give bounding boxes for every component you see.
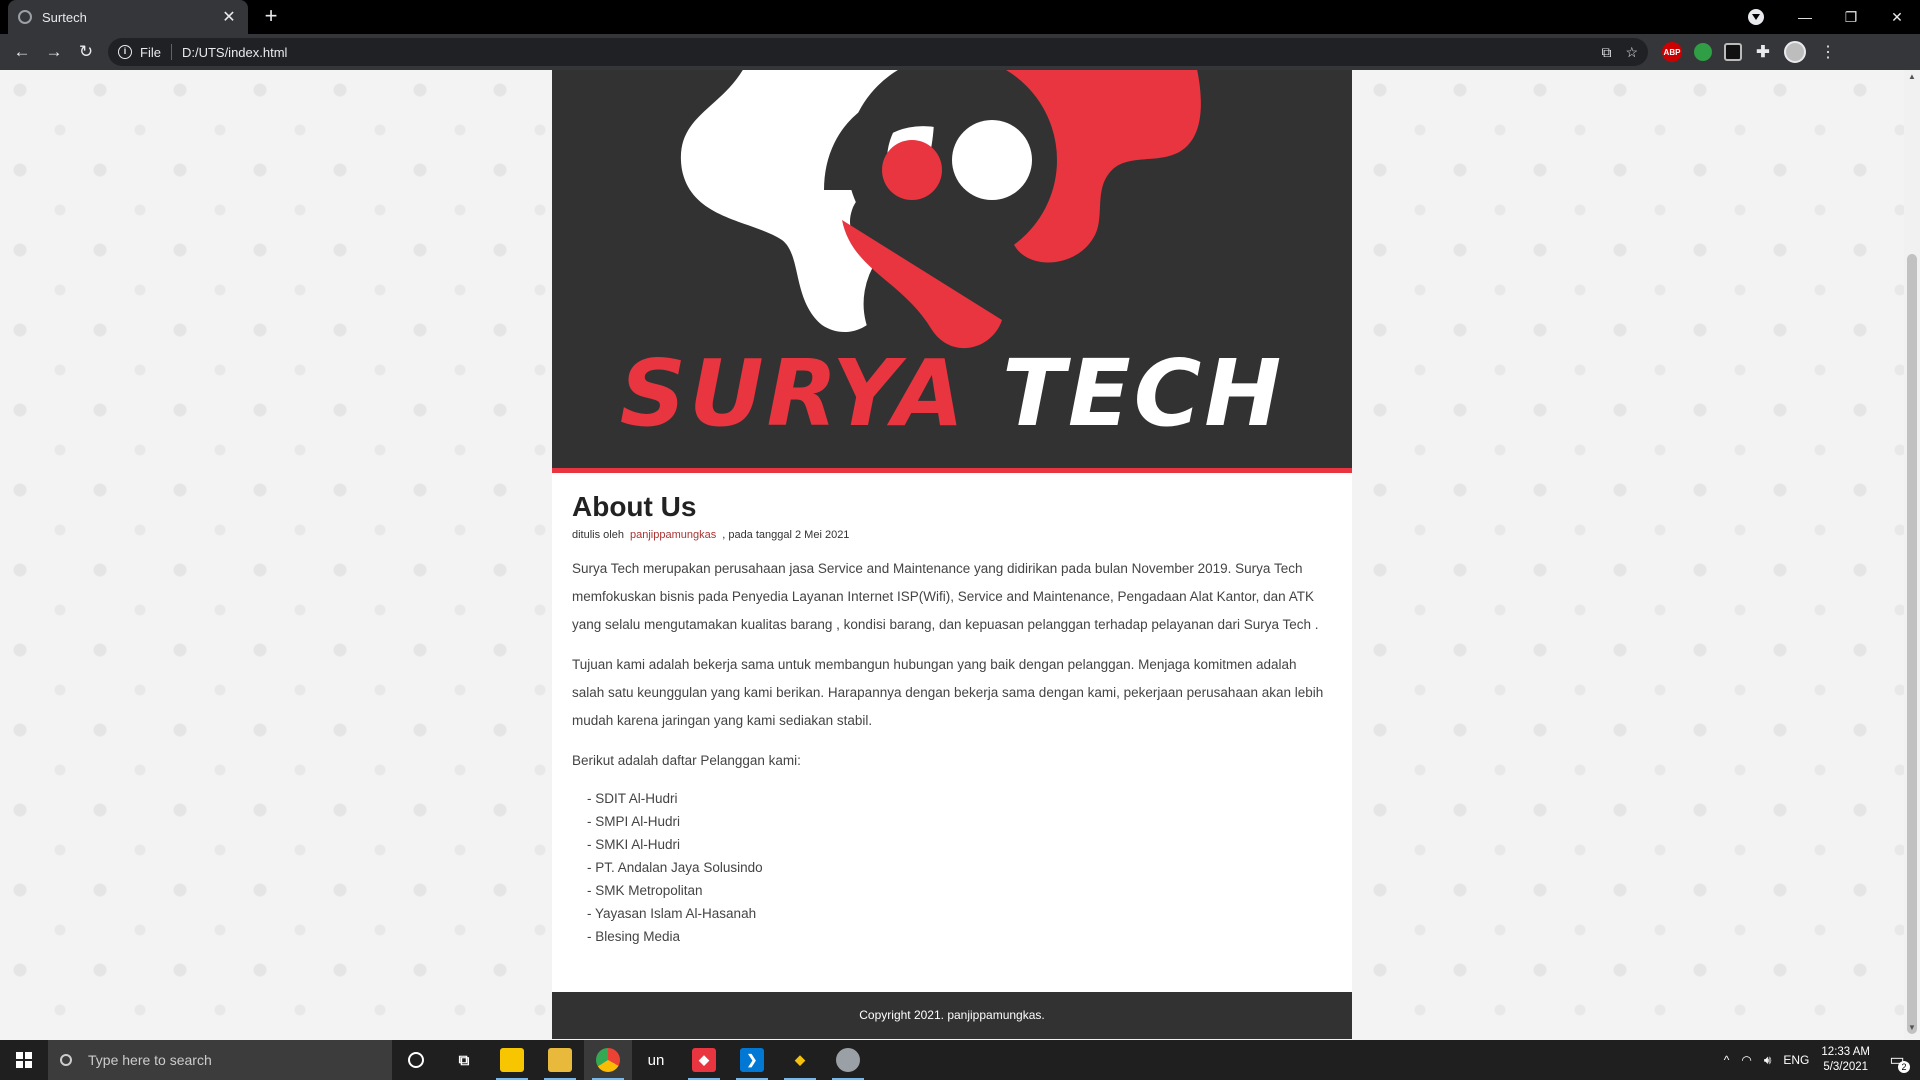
browser-menu-icon[interactable]: ⋮: [1818, 42, 1838, 62]
taskbar-search[interactable]: Type here to search: [48, 1040, 392, 1080]
page-title: About Us: [572, 491, 697, 522]
system-tray: ^ ◠ 🔊︎ ENG 12:33 AM 5/3/2021 ▭ 2: [1724, 1045, 1920, 1075]
task-view-icon: ⧉: [458, 1051, 470, 1069]
forward-arrow-icon[interactable]: →: [38, 36, 70, 68]
search-icon: [60, 1054, 72, 1066]
page-viewport: SURYA TECH About Us ditulis oleh panjippa…: [0, 70, 1904, 1039]
list-item: - SMK Metropolitan: [587, 883, 703, 898]
list-item: - SDIT Al-Hudri: [587, 791, 678, 806]
taskbar-app-sticky-notes[interactable]: [488, 1040, 536, 1080]
new-tab-button[interactable]: +: [258, 4, 284, 30]
tab-search-icon[interactable]: [1748, 9, 1764, 25]
taskbar-app-vscode[interactable]: ❯: [728, 1040, 776, 1080]
list-item: - Yayasan Islam Al-Hasanah: [587, 906, 757, 921]
start-button[interactable]: [0, 1040, 48, 1080]
cortana-button[interactable]: [392, 1040, 440, 1080]
folder-icon: [548, 1048, 572, 1072]
language-indicator[interactable]: ENG: [1783, 1053, 1809, 1067]
divider: [170, 44, 172, 60]
browser-toolbar: ← → ↻ i File D:/UTS/index.html ⧉ ☆ ABP ✚…: [0, 34, 1920, 70]
extensions-bar: ABP ✚ ⋮: [1662, 41, 1838, 63]
clock[interactable]: 12:33 AM 5/3/2021: [1821, 1045, 1870, 1075]
app-icon: [836, 1048, 860, 1072]
windows-logo-icon: [16, 1052, 32, 1068]
git-icon: ◆: [795, 1052, 805, 1067]
extensions-puzzle-icon[interactable]: ✚: [1754, 43, 1772, 61]
extension-green-icon[interactable]: [1694, 43, 1712, 61]
reload-icon[interactable]: ↻: [70, 36, 102, 68]
article: About Us ditulis oleh panjippamungkas , pa…: [552, 473, 1352, 948]
adblock-plus-icon[interactable]: ABP: [1662, 42, 1682, 62]
back-arrow-icon[interactable]: ←: [6, 36, 38, 68]
extension-cube-icon[interactable]: [1724, 43, 1742, 61]
list-item: - PT. Andalan Jaya Solusindo: [587, 860, 763, 875]
tab-close-icon[interactable]: ✕: [220, 7, 238, 27]
sticky-notes-icon: [500, 1048, 524, 1072]
wifi-icon[interactable]: ◠: [1741, 1053, 1751, 1067]
restore-button[interactable]: ❐: [1828, 0, 1874, 34]
list-item: - Blesing Media: [587, 929, 681, 944]
task-view-button[interactable]: ⧉: [440, 1040, 488, 1080]
scroll-up-arrow-icon[interactable]: ▲: [1904, 72, 1920, 86]
taskbar-app-git[interactable]: ◆: [776, 1040, 824, 1080]
search-placeholder: Type here to search: [88, 1052, 212, 1068]
meta-prefix: ditulis oleh: [572, 529, 624, 541]
brand-word-surya: SURYA: [619, 340, 968, 447]
profile-avatar[interactable]: [1784, 41, 1806, 63]
minimize-button[interactable]: —: [1782, 0, 1828, 34]
chrome-icon: [596, 1048, 620, 1072]
chevron-up-icon[interactable]: ^: [1724, 1053, 1730, 1067]
taskbar-app-git-client[interactable]: ◆: [680, 1040, 728, 1080]
close-window-button[interactable]: ✕: [1874, 0, 1920, 34]
cortana-icon: [408, 1052, 424, 1068]
post-meta: ditulis oleh panjippamungkas , pada tangga…: [572, 529, 1332, 541]
notification-count: 2: [1898, 1061, 1910, 1073]
page-container: SURYA TECH About Us ditulis oleh panjippa…: [552, 70, 1352, 1039]
list-item: - SMKI Al-Hudri: [587, 837, 681, 852]
address-bar[interactable]: i File D:/UTS/index.html ⧉ ☆: [108, 38, 1648, 66]
browser-tab[interactable]: Surtech ✕: [8, 0, 248, 34]
scrollbar-thumb[interactable]: [1907, 254, 1917, 1034]
windows-taskbar: Type here to search ⧉ un ◆ ❯ ◆ ^ ◠ 🔊︎ EN…: [0, 1040, 1920, 1080]
taskbar-app-un[interactable]: un: [632, 1040, 680, 1080]
copyright-text: Copyright 2021. panjippamungkas.: [859, 1008, 1045, 1022]
list-item: - SMPI Al-Hudri: [587, 814, 681, 829]
page-scrollbar[interactable]: ▲ ▼: [1904, 70, 1920, 1039]
paragraph-intro: Surya Tech merupakan perusahaan jasa Ser…: [572, 561, 1319, 632]
window-controls: — ❐ ✕: [1748, 0, 1920, 34]
browser-tab-bar: Surtech ✕ + — ❐ ✕: [0, 0, 1920, 34]
taskbar-app-chrome[interactable]: [584, 1040, 632, 1080]
globe-icon: [18, 10, 32, 24]
taskbar-app-file-explorer[interactable]: [536, 1040, 584, 1080]
omnibox-actions: ⧉ ☆: [1601, 44, 1638, 61]
site-header: SURYA TECH: [552, 70, 1352, 473]
vscode-icon: ❯: [740, 1048, 764, 1072]
translate-icon[interactable]: ⧉: [1601, 44, 1611, 61]
site-footer: Copyright 2021. panjippamungkas.: [552, 992, 1352, 1039]
info-icon[interactable]: i: [118, 45, 132, 59]
address-text[interactable]: D:/UTS/index.html: [182, 45, 287, 60]
bookmark-star-icon[interactable]: ☆: [1625, 44, 1638, 61]
paragraph-clients-intro: Berikut adalah daftar Pelanggan kami:: [572, 753, 801, 768]
git-client-icon: ◆: [692, 1048, 716, 1072]
meta-date: , pada tanggal 2 Mei 2021: [722, 529, 850, 541]
author-link[interactable]: panjippamungkas: [630, 529, 716, 541]
brand-word-tech: TECH: [1002, 340, 1285, 447]
scroll-down-arrow-icon[interactable]: ▼: [1904, 1023, 1920, 1037]
clock-date: 5/3/2021: [1823, 1061, 1869, 1073]
brand-wordmark: SURYA TECH: [552, 340, 1352, 447]
un-app-label: un: [647, 1051, 665, 1069]
clock-time: 12:33 AM: [1821, 1046, 1870, 1058]
client-list: - SDIT Al-Hudri - SMPI Al-Hudri - SMKI A…: [572, 787, 1332, 948]
notification-center-button[interactable]: ▭ 2: [1882, 1045, 1912, 1075]
scheme-label: File: [140, 44, 161, 60]
paragraph-goals: Tujuan kami adalah bekerja sama untuk me…: [572, 657, 1324, 728]
volume-icon[interactable]: 🔊︎: [1764, 1053, 1772, 1068]
tab-title: Surtech: [42, 9, 87, 25]
taskbar-app-other[interactable]: [824, 1040, 872, 1080]
